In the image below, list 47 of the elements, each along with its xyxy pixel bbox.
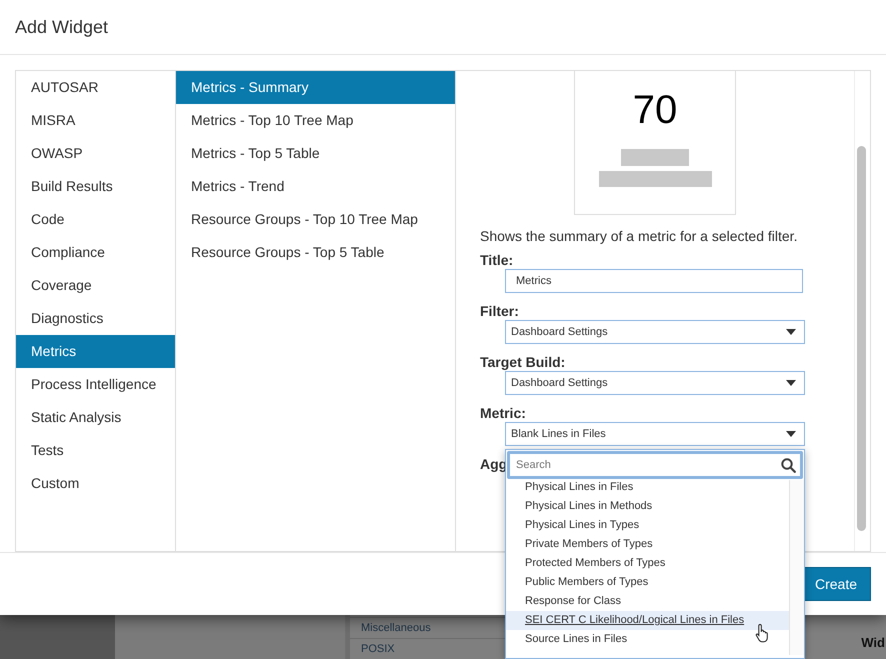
- category-item[interactable]: Diagnostics: [16, 302, 175, 335]
- widget-item[interactable]: Metrics - Top 10 Tree Map: [176, 104, 455, 137]
- dropdown-select[interactable]: Dashboard Settings: [505, 320, 805, 344]
- category-item[interactable]: Compliance: [16, 236, 175, 269]
- search-bar[interactable]: Search: [507, 451, 803, 479]
- category-item[interactable]: Build Results: [16, 170, 175, 203]
- dropdown-option[interactable]: Response for Class: [506, 592, 789, 611]
- dropdown-option[interactable]: Public Members of Types: [506, 573, 789, 592]
- caret-icon: [786, 431, 796, 437]
- category-item[interactable]: AUTOSAR: [16, 71, 175, 104]
- dropdown-select[interactable]: Blank Lines in Files: [505, 422, 805, 446]
- search-icon: [781, 458, 796, 472]
- category-item[interactable]: Tests: [16, 434, 175, 467]
- dropdown-option[interactable]: Physical Lines in Methods: [506, 497, 789, 516]
- widget-item[interactable]: Metrics - Trend: [176, 170, 455, 203]
- caret-icon: [786, 380, 796, 386]
- dropdown-option[interactable]: Protected Members of Types: [506, 554, 789, 573]
- title-input-field[interactable]: Metrics: [505, 269, 803, 293]
- widget-item[interactable]: Metrics - Top 5 Table: [176, 137, 455, 170]
- category-item[interactable]: MISRA: [16, 104, 175, 137]
- field-label: Metric:: [480, 405, 526, 421]
- category-item[interactable]: Code: [16, 203, 175, 236]
- widget-item[interactable]: Resource Groups - Top 5 Table: [176, 236, 455, 269]
- field-label: Filter:: [480, 303, 519, 319]
- dropdown-option[interactable]: Physical Lines in Types: [506, 516, 789, 535]
- hand-cursor-icon: [755, 623, 771, 643]
- category-item[interactable]: Metrics: [16, 335, 175, 368]
- category-item[interactable]: Coverage: [16, 269, 175, 302]
- category-item[interactable]: Process Intelligence: [16, 368, 175, 401]
- page-heading: Wid: [861, 635, 885, 650]
- dropdown-option[interactable]: Physical Lines in Files: [506, 480, 789, 497]
- widget-item[interactable]: Metrics - Summary: [176, 71, 455, 104]
- placeholder-bar: [621, 149, 689, 166]
- dropdown-option[interactable]: SEI CERT C Likelihood/Logical Lines in Files: [506, 611, 789, 630]
- category-item[interactable]: Custom: [16, 467, 175, 500]
- field-label: Target Build:: [480, 354, 566, 370]
- dropdown-option[interactable]: Private Members of Types: [506, 535, 789, 554]
- scrollbar[interactable]: [854, 71, 868, 551]
- dropdown-select[interactable]: Dashboard Settings: [505, 371, 805, 395]
- category-item[interactable]: Static Analysis: [16, 401, 175, 434]
- preview-value: 70: [632, 87, 678, 133]
- caret-icon: [786, 329, 796, 335]
- field-label: Title:: [480, 252, 514, 268]
- category-item[interactable]: OWASP: [16, 137, 175, 170]
- widget-description: Shows the summary of a metric for a selected filter.: [480, 228, 798, 244]
- widget-item[interactable]: Resource Groups - Top 10 Tree Map: [176, 203, 455, 236]
- dialog-title: Add Widget: [15, 16, 108, 38]
